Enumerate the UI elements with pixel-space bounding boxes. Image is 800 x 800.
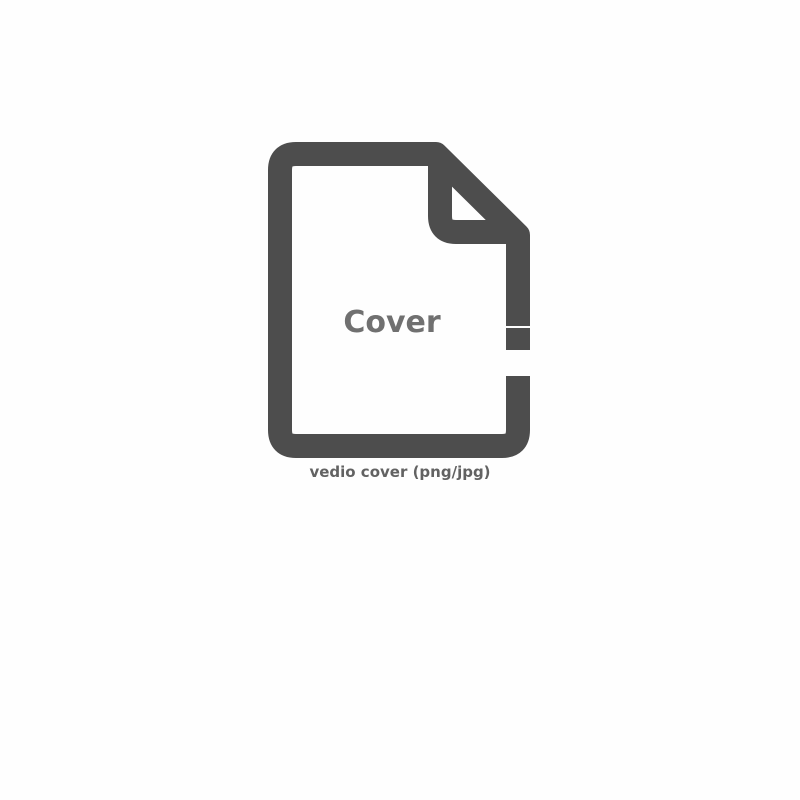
document-outline bbox=[268, 142, 530, 458]
document-icon bbox=[268, 142, 530, 458]
caption: vedio cover (png/jpg) bbox=[309, 463, 491, 481]
cover-placeholder: Cover vedio cover (png/jpg) bbox=[0, 0, 800, 800]
gap-bar bbox=[506, 328, 530, 350]
cover-label: Cover bbox=[343, 305, 441, 340]
